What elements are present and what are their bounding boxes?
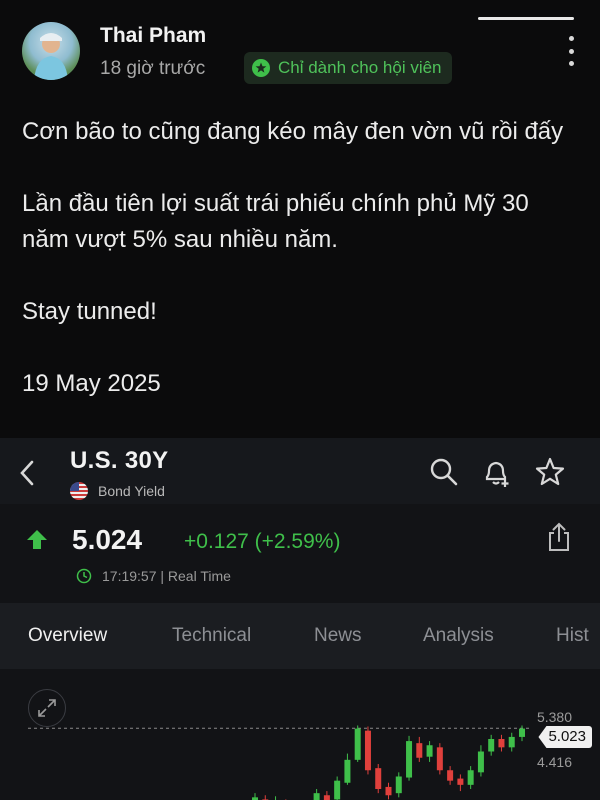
candle [323,791,330,800]
app-header: U.S. 30Y Bond Yield [0,438,600,504]
up-arrow-icon [27,530,47,549]
last-price: 5.024 [72,524,143,555]
member-only-badge: Chỉ dành cho hội viên [244,52,452,84]
candle [364,726,371,775]
candle [477,745,484,777]
share-icon[interactable] [546,522,572,552]
member-badge-label: Chỉ dành cho hội viên [278,58,442,77]
tab-analysis[interactable]: Analysis [423,625,494,647]
back-arrow-icon[interactable] [16,458,40,488]
candle [436,743,443,775]
ticker-subtitle: Bond Yield [70,482,165,500]
tab-bar: Overview Technical News Analysis Hist [0,603,600,669]
timestamp: 17:19:57 | Real Time [102,568,231,584]
search-icon[interactable] [428,456,460,488]
price-change: +0.127 (+2.59%) [184,530,341,553]
candle [426,741,433,762]
axis-label-low: 4.416 [536,754,572,770]
us-flag-icon [70,482,88,500]
avatar[interactable] [22,22,80,80]
candle [252,793,258,800]
expand-icon [38,699,56,717]
bell-plus-icon[interactable] [480,456,512,488]
star-badge-icon [252,59,270,77]
candle [467,766,474,789]
price-chart[interactable]: 5.380 5.023 4.416 [0,669,600,800]
candle [334,776,341,800]
current-price-tag: 5.023 [538,726,592,748]
quote-panel: 5.024 +0.127 (+2.59%) 17:19:57 | Real Ti… [0,504,600,602]
realtime-status: 17:19:57 | Real Time [76,568,231,584]
candle [344,753,351,785]
candle [385,782,392,800]
author-name[interactable]: Thai Pham [100,24,206,48]
candle [262,795,269,800]
tab-news[interactable]: News [314,625,362,647]
candle [498,734,505,752]
star-icon[interactable] [534,456,566,488]
post-paragraph: Stay tunned! [22,298,157,325]
candlestick-chart [28,725,530,800]
post-header: Thai Pham 18 giờ trước Chỉ dành cho hội … [22,20,582,84]
post-paragraph: Lần đầu tiên lợi suất trái phiếu chính p… [22,190,529,253]
candle [457,774,464,792]
post-date: 19 May 2025 [22,370,161,397]
candle [395,772,402,798]
candle [406,735,413,781]
candle [488,734,495,756]
tab-history[interactable]: Hist [556,625,589,647]
post-body: Cơn bão to cũng đang kéo mây đen vờn vũ … [22,114,576,402]
candle [354,725,361,762]
tab-technical[interactable]: Technical [172,625,251,647]
candle [508,732,515,752]
expand-chart-button[interactable] [28,689,66,727]
candle [375,764,382,794]
post-time: 18 giờ trước [100,58,206,79]
tab-overview[interactable]: Overview [28,625,107,647]
candle [313,789,320,800]
candle [447,766,454,785]
candle [416,736,423,762]
axis-label-top: 5.380 [536,709,572,725]
ticker-symbol: U.S. 30Y [70,447,169,474]
candle [275,796,277,800]
clock-icon [76,568,92,584]
post-paragraph: Cơn bão to cũng đang kéo mây đen vờn vũ … [22,118,564,145]
candle [519,725,525,742]
more-vertical-icon[interactable] [564,36,578,66]
attached-screenshot[interactable]: U.S. 30Y Bond Yield 5.024 +0.127 (+2.59%… [0,438,600,800]
ticker-type: Bond Yield [98,483,165,499]
